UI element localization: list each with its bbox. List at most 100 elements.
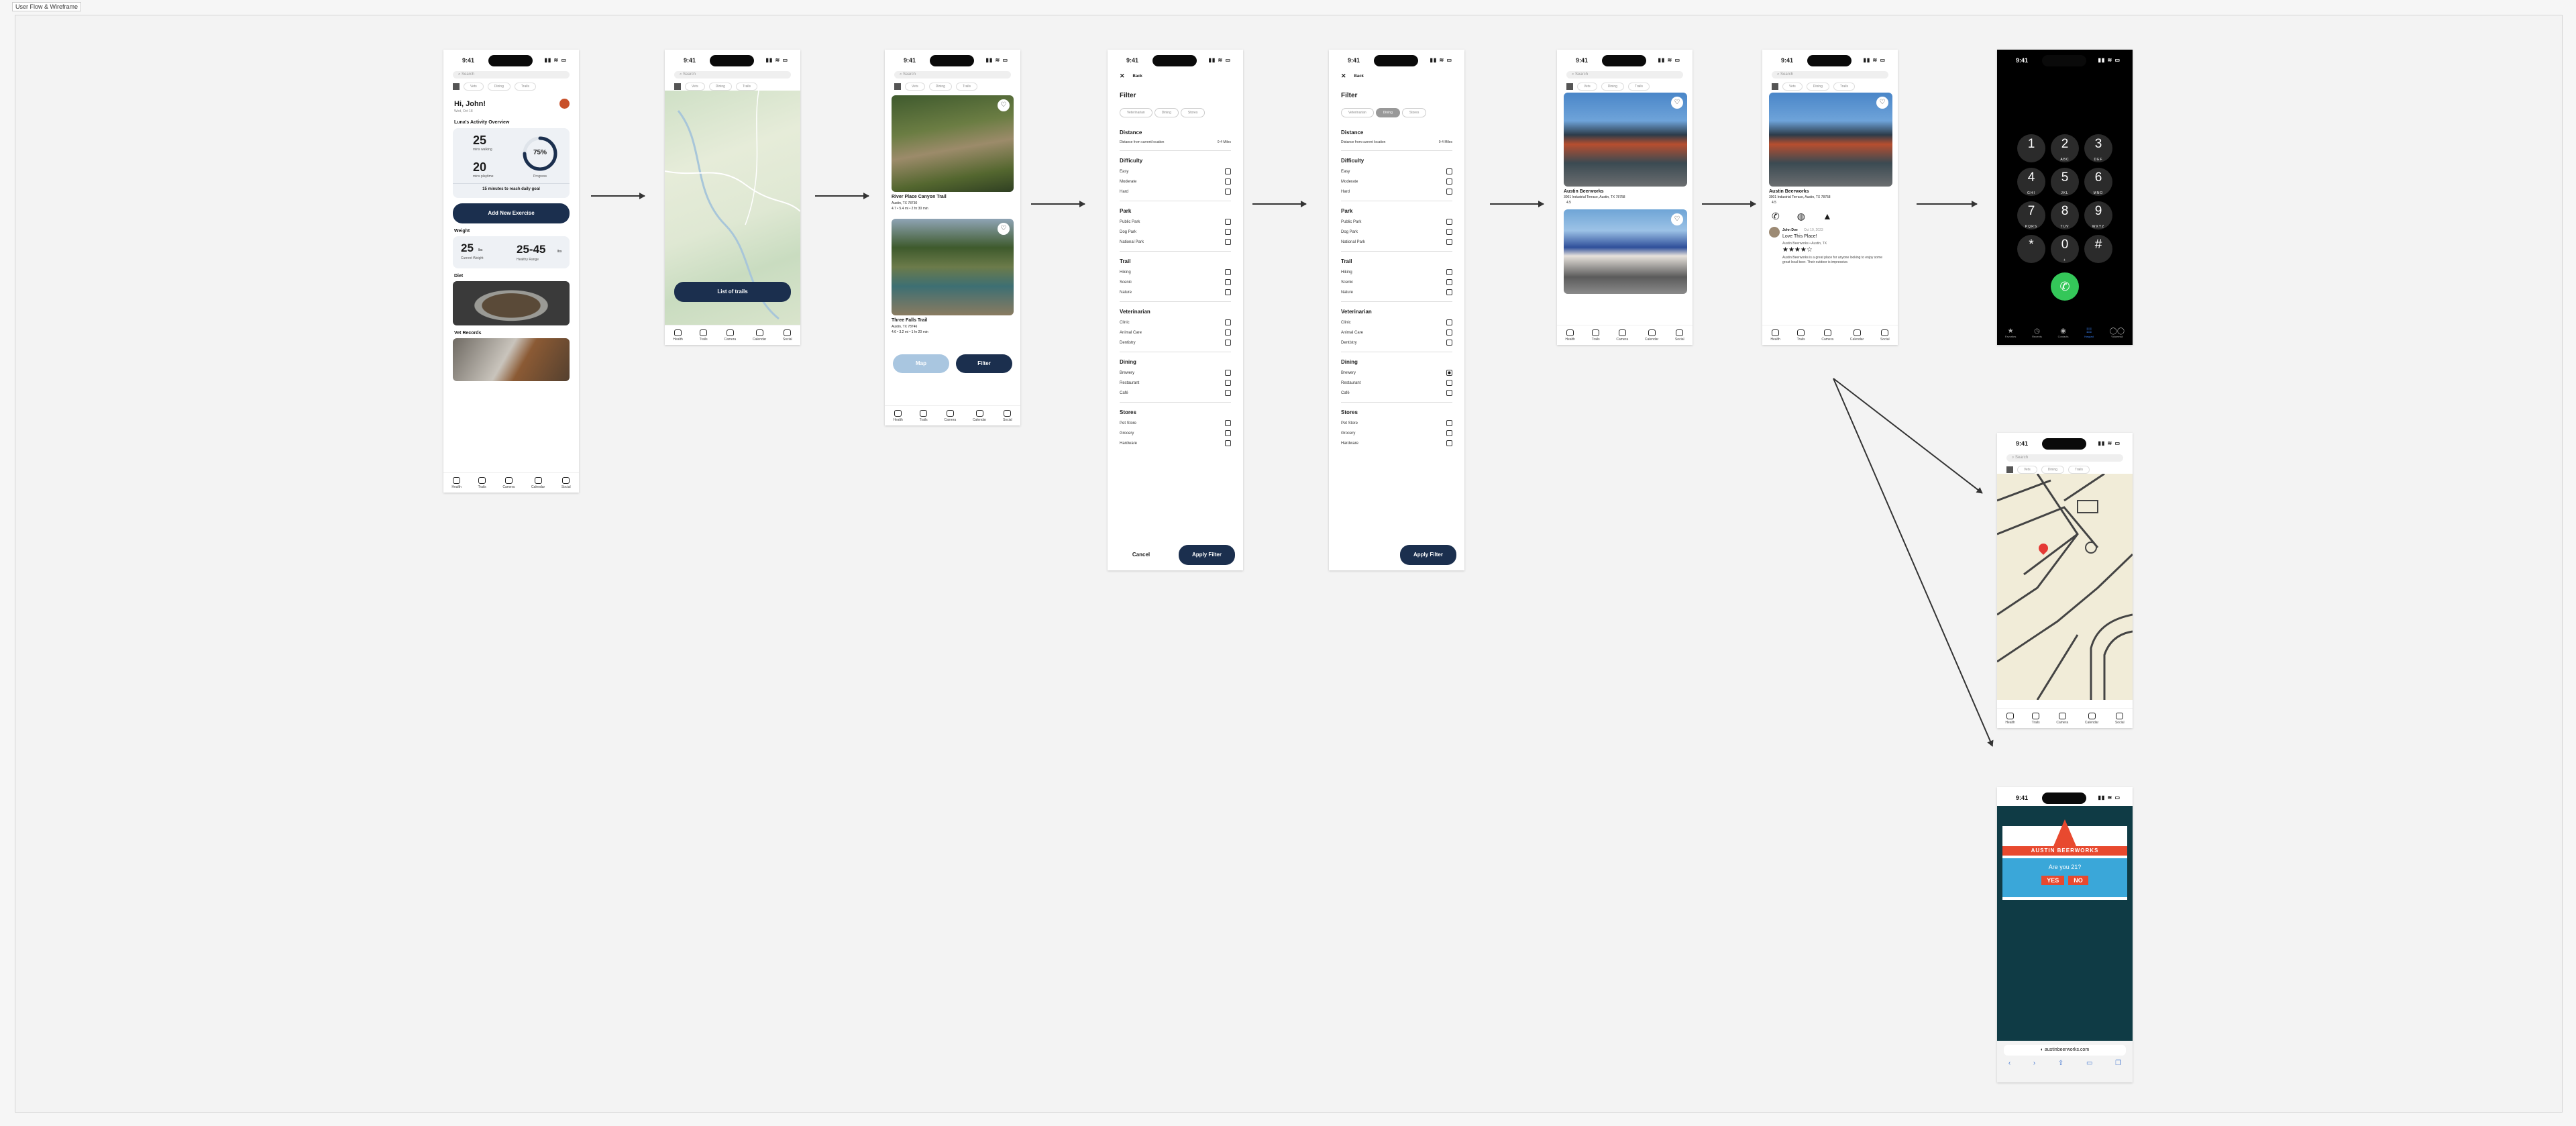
nav-social[interactable]: Social — [783, 329, 792, 342]
checkbox[interactable] — [1225, 178, 1231, 185]
nav-camera[interactable]: Camera — [2056, 712, 2068, 725]
trail2-photo[interactable]: ♡ — [892, 219, 1014, 315]
list-of-trails-button[interactable]: List of trails — [674, 282, 791, 302]
tab-veterinarian[interactable]: Veterinarian — [1120, 108, 1152, 117]
filter-option[interactable]: Easy — [1329, 166, 1464, 176]
nav-camera[interactable]: Camera — [502, 476, 515, 489]
checkbox[interactable] — [1225, 239, 1231, 245]
nav-trails[interactable]: Trails — [1592, 329, 1600, 342]
filter-option[interactable]: Hardware — [1108, 438, 1243, 448]
checkbox[interactable] — [1225, 289, 1231, 295]
nav-trails[interactable]: Trails — [700, 329, 708, 342]
tab-dining[interactable]: Dining — [1375, 108, 1400, 117]
forward-icon[interactable]: › — [2033, 1060, 2035, 1067]
keypad-key[interactable]: 6 MNO — [2084, 168, 2112, 196]
nav-social[interactable]: Social — [561, 476, 571, 489]
filter-option[interactable]: Pet Store — [1108, 418, 1243, 428]
filter-option[interactable]: Hard — [1329, 187, 1464, 197]
filter-option[interactable]: Animal Care — [1329, 327, 1464, 338]
keypad-key[interactable]: 0 + — [2051, 235, 2079, 263]
tab-veterinarian[interactable]: Veterinarian — [1341, 108, 1374, 117]
favorite-icon[interactable]: ♡ — [998, 99, 1010, 111]
nav-trails[interactable]: Trails — [920, 409, 928, 422]
dialer-tab[interactable]: ◯◯ Voicemail — [2110, 327, 2125, 338]
filter-option[interactable]: Public Park — [1329, 217, 1464, 227]
filter-option[interactable]: Dentistry — [1108, 338, 1243, 348]
back-icon[interactable]: ‹ — [2008, 1060, 2010, 1067]
grid-icon[interactable] — [894, 83, 901, 90]
filter-option[interactable]: Pet Store — [1329, 418, 1464, 428]
filter-option[interactable]: Hiking — [1329, 267, 1464, 277]
keypad-key[interactable]: * — [2017, 235, 2045, 263]
distance-value[interactable]: 0-4 Miles — [1218, 140, 1231, 144]
keypad-key[interactable]: # — [2084, 235, 2112, 263]
chip-dining[interactable]: Dining — [928, 83, 952, 91]
checkbox[interactable] — [1446, 269, 1452, 275]
checkbox[interactable] — [1446, 319, 1452, 325]
chip-trails[interactable]: Trails — [955, 83, 977, 91]
checkbox[interactable] — [1225, 319, 1231, 325]
dialer-tab[interactable]: ◉ Contacts — [2058, 327, 2069, 338]
checkbox[interactable] — [1225, 420, 1231, 426]
chip-trails[interactable]: Trails — [514, 83, 536, 91]
filter-option[interactable]: Grocery — [1108, 428, 1243, 438]
nav-health[interactable]: Health — [2005, 712, 2015, 725]
keypad-key[interactable]: 7 PQRS — [2017, 201, 2045, 229]
checkbox[interactable] — [1446, 340, 1452, 346]
nav-health[interactable]: Health — [451, 476, 462, 489]
filter-option[interactable]: Scenic — [1108, 277, 1243, 287]
filter-option[interactable]: Restaurant — [1108, 378, 1243, 388]
nav-health[interactable]: Health — [673, 329, 683, 342]
search-input[interactable]: ⌕ Search — [1772, 71, 1888, 79]
filter-option[interactable]: Dog Park — [1108, 227, 1243, 237]
street-map[interactable] — [1997, 474, 2133, 700]
filter-option[interactable]: Moderate — [1108, 176, 1243, 187]
checkbox[interactable] — [1446, 219, 1452, 225]
dialer-tab[interactable]: ◷ Recents — [2032, 327, 2042, 338]
chip-trails[interactable]: Trails — [1833, 83, 1855, 91]
filter-option[interactable]: Dog Park — [1329, 227, 1464, 237]
checkbox[interactable] — [1225, 430, 1231, 436]
filter-option[interactable]: Café — [1329, 388, 1464, 398]
vet-photo[interactable] — [453, 338, 570, 381]
nav-trails[interactable]: Trails — [1797, 329, 1805, 342]
checkbox[interactable] — [1446, 380, 1452, 386]
chip-vets[interactable]: Vets — [685, 83, 705, 91]
chip-vets[interactable]: Vets — [464, 83, 484, 91]
checkbox[interactable] — [1446, 189, 1452, 195]
checkbox[interactable] — [1446, 229, 1452, 235]
cancel-button[interactable]: Cancel — [1116, 545, 1167, 565]
nav-calendar[interactable]: Calendar — [1850, 329, 1864, 342]
chip-vets[interactable]: Vets — [905, 83, 925, 91]
tab-stores[interactable]: Stores — [1401, 108, 1427, 117]
avatar[interactable] — [559, 99, 570, 109]
favorite-icon[interactable]: ♡ — [1671, 97, 1683, 109]
keypad-key[interactable]: 5 JKL — [2051, 168, 2079, 196]
favorite-icon[interactable]: ♡ — [1876, 97, 1888, 109]
keypad-key[interactable]: 1 — [2017, 134, 2045, 162]
checkbox[interactable] — [1225, 329, 1231, 336]
nav-social[interactable]: Social — [1675, 329, 1684, 342]
dialer-tab[interactable]: ⁞⁞⁞ Keypad — [2084, 327, 2094, 338]
nav-calendar[interactable]: Calendar — [753, 329, 766, 342]
filter-option[interactable]: Grocery — [1329, 428, 1464, 438]
nav-social[interactable]: Social — [1880, 329, 1890, 342]
filter-option[interactable]: Nature — [1108, 287, 1243, 297]
chip-trails[interactable]: Trails — [735, 83, 757, 91]
chip-dining[interactable]: Dining — [708, 83, 732, 91]
add-exercise-button[interactable]: Add New Exercise — [453, 203, 570, 223]
call-button[interactable]: ✆ — [2051, 272, 2079, 301]
chip-dining[interactable]: Dining — [1806, 83, 1829, 91]
checkbox[interactable] — [1225, 229, 1231, 235]
checkbox[interactable] — [1225, 370, 1231, 376]
search-input[interactable]: ⌕ Search — [453, 71, 570, 79]
search-input[interactable]: ⌕ Search — [894, 71, 1011, 79]
checkbox[interactable] — [1446, 168, 1452, 174]
filter-option[interactable]: Café — [1108, 388, 1243, 398]
distance-value[interactable]: 0-4 Miles — [1439, 140, 1452, 144]
keypad-key[interactable]: 2 ABC — [2051, 134, 2079, 162]
checkbox[interactable] — [1446, 390, 1452, 396]
checkbox[interactable] — [1225, 269, 1231, 275]
keypad-key[interactable]: 9 WXYZ — [2084, 201, 2112, 229]
nav-trails[interactable]: Trails — [478, 476, 486, 489]
